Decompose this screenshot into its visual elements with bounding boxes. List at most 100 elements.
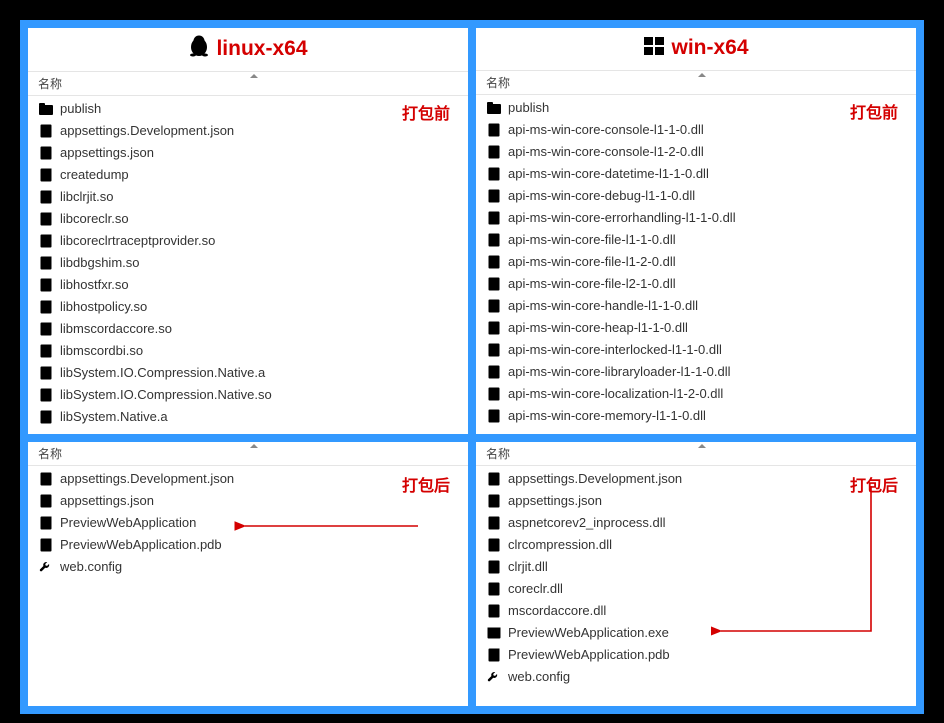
file-icon	[38, 387, 54, 403]
file-row[interactable]: libclrjit.so	[28, 186, 468, 208]
file-name: api-ms-win-core-file-l2-1-0.dll	[508, 275, 676, 293]
list-wrap: 打包前 publishappsettings.Development.jsona…	[28, 96, 468, 434]
file-icon	[38, 233, 54, 249]
file-row[interactable]: api-ms-win-core-memory-l1-1-0.dll	[476, 405, 916, 427]
title-win-text: win-x64	[671, 36, 748, 59]
file-name: api-ms-win-core-file-l1-2-0.dll	[508, 253, 676, 271]
file-row[interactable]: api-ms-win-core-handle-l1-1-0.dll	[476, 295, 916, 317]
file-row[interactable]: api-ms-win-core-errorhandling-l1-1-0.dll	[476, 207, 916, 229]
arrow-to-executable	[711, 476, 881, 636]
file-row[interactable]: libhostfxr.so	[28, 274, 468, 296]
gear-icon	[486, 386, 502, 402]
file-row[interactable]: createdump	[28, 164, 468, 186]
folder-icon	[38, 101, 54, 117]
file-name: publish	[60, 100, 101, 118]
arrow-to-executable	[233, 516, 423, 536]
file-row[interactable]: web.config	[28, 556, 468, 578]
json-icon	[38, 493, 54, 509]
gear-icon	[486, 144, 502, 160]
file-name: mscordaccore.dll	[508, 602, 606, 620]
file-row[interactable]: api-ms-win-core-datetime-l1-1-0.dll	[476, 163, 916, 185]
file-name: createdump	[60, 166, 129, 184]
file-name: clrjit.dll	[508, 558, 548, 576]
gear-icon	[486, 364, 502, 380]
file-name: api-ms-win-core-libraryloader-l1-1-0.dll	[508, 363, 731, 381]
file-name: api-ms-win-core-datetime-l1-1-0.dll	[508, 165, 709, 183]
file-name: api-ms-win-core-file-l1-1-0.dll	[508, 231, 676, 249]
file-icon	[38, 343, 54, 359]
file-row[interactable]: libSystem.IO.Compression.Native.so	[28, 384, 468, 406]
file-row[interactable]: api-ms-win-core-debug-l1-1-0.dll	[476, 185, 916, 207]
wrench-icon	[486, 669, 502, 685]
gear-icon	[486, 603, 502, 619]
column-header-name[interactable]: 名称	[28, 71, 468, 96]
list-wrap: 打包前 publish api-ms-win-core-console-l1-1-…	[476, 95, 916, 433]
comparison-grid: linux-x64 名称 打包前 publishappsettings.Deve…	[20, 20, 924, 714]
file-icon	[38, 321, 54, 337]
file-name: appsettings.Development.json	[60, 470, 234, 488]
file-row[interactable]: libcoreclrtraceptprovider.so	[28, 230, 468, 252]
file-name: api-ms-win-core-errorhandling-l1-1-0.dll	[508, 209, 736, 227]
file-row[interactable]: api-ms-win-core-file-l2-1-0.dll	[476, 273, 916, 295]
panel-linux-after: 名称 打包后 appsettings.Development.jsonappse…	[28, 442, 468, 706]
file-name: PreviewWebApplication.exe	[508, 624, 669, 642]
file-name: PreviewWebApplication.pdb	[508, 646, 670, 664]
gear-icon	[486, 298, 502, 314]
file-row[interactable]: libdbgshim.so	[28, 252, 468, 274]
file-row[interactable]: api-ms-win-core-localization-l1-2-0.dll	[476, 383, 916, 405]
file-name: appsettings.json	[60, 144, 154, 162]
folder-icon	[486, 100, 502, 116]
file-row[interactable]: libmscordbi.so	[28, 340, 468, 362]
file-icon	[38, 299, 54, 315]
file-list-win-before: publish api-ms-win-core-console-l1-1-0.dl…	[476, 95, 916, 433]
file-row[interactable]: api-ms-win-core-file-l1-2-0.dll	[476, 251, 916, 273]
json-icon	[486, 471, 502, 487]
file-row[interactable]: api-ms-win-core-heap-l1-1-0.dll	[476, 317, 916, 339]
file-name: coreclr.dll	[508, 580, 563, 598]
file-name: appsettings.json	[508, 492, 602, 510]
gear-icon	[486, 232, 502, 248]
file-row[interactable]: PreviewWebApplication.pdb	[28, 534, 468, 556]
file-row[interactable]: api-ms-win-core-file-l1-1-0.dll	[476, 229, 916, 251]
column-header-name[interactable]: 名称	[28, 442, 468, 466]
file-name: libmscordbi.so	[60, 342, 143, 360]
file-row[interactable]: web.config	[476, 666, 916, 688]
file-row[interactable]: api-ms-win-core-interlocked-l1-1-0.dll	[476, 339, 916, 361]
file-name: api-ms-win-core-console-l1-1-0.dll	[508, 121, 704, 139]
file-row[interactable]: api-ms-win-core-libraryloader-l1-1-0.dll	[476, 361, 916, 383]
file-name: api-ms-win-core-debug-l1-1-0.dll	[508, 187, 695, 205]
file-row[interactable]: libSystem.IO.Compression.Native.a	[28, 362, 468, 384]
file-name: clrcompression.dll	[508, 536, 612, 554]
file-row[interactable]: appsettings.json	[28, 142, 468, 164]
file-icon	[38, 211, 54, 227]
file-row[interactable]: api-ms-win-core-console-l1-2-0.dll	[476, 141, 916, 163]
file-name: web.config	[508, 668, 570, 686]
windows-icon	[643, 35, 665, 64]
file-name: api-ms-win-core-heap-l1-1-0.dll	[508, 319, 688, 337]
json-icon	[38, 145, 54, 161]
file-icon	[486, 647, 502, 663]
file-name: libSystem.IO.Compression.Native.so	[60, 386, 272, 404]
file-icon	[38, 365, 54, 381]
file-name: publish	[508, 99, 549, 117]
file-row[interactable]: libcoreclr.so	[28, 208, 468, 230]
column-header-name[interactable]: 名称	[476, 70, 916, 95]
linux-icon	[188, 34, 210, 65]
file-name: libclrjit.so	[60, 188, 113, 206]
file-name: libSystem.Native.a	[60, 408, 168, 426]
file-row[interactable]: PreviewWebApplication.pdb	[476, 644, 916, 666]
file-row[interactable]: libmscordaccore.so	[28, 318, 468, 340]
badge-before: 打包前	[402, 100, 450, 124]
column-header-name[interactable]: 名称	[476, 442, 916, 466]
title-win: win-x64	[476, 28, 916, 70]
file-icon	[38, 515, 54, 531]
list-wrap: 打包后 appsettings.Development.jsonappsetti…	[28, 466, 468, 706]
file-row[interactable]: libSystem.Native.a	[28, 406, 468, 428]
file-name: PreviewWebApplication.pdb	[60, 536, 222, 554]
title-linux: linux-x64	[28, 28, 468, 71]
file-name: api-ms-win-core-interlocked-l1-1-0.dll	[508, 341, 722, 359]
file-row[interactable]: libhostpolicy.so	[28, 296, 468, 318]
exe-icon	[486, 625, 502, 641]
file-name: libhostpolicy.so	[60, 298, 147, 316]
badge-before: 打包前	[850, 99, 898, 123]
